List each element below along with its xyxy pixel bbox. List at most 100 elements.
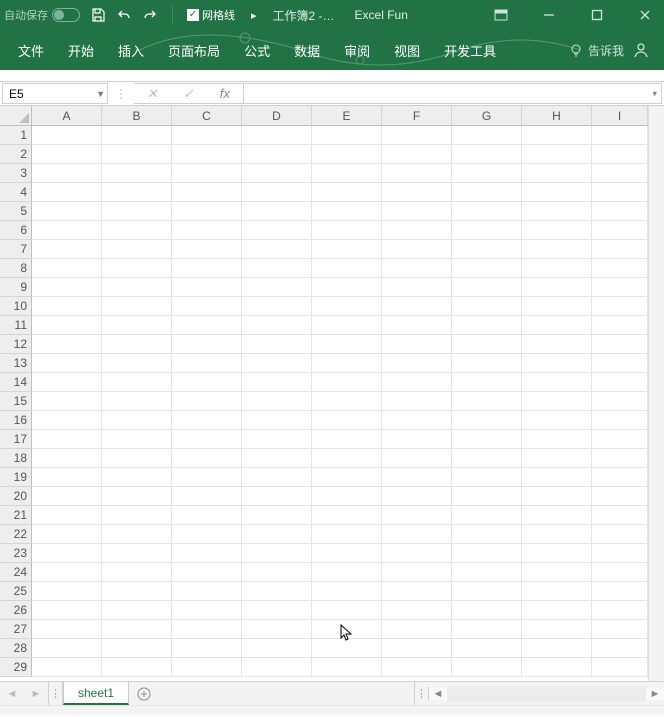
cell-I25[interactable]	[592, 582, 648, 600]
cell-G16[interactable]	[452, 411, 522, 429]
cell-A20[interactable]	[32, 487, 102, 505]
row-header-27[interactable]: 27	[0, 620, 32, 639]
cell-H20[interactable]	[522, 487, 592, 505]
cell-C20[interactable]	[172, 487, 242, 505]
cell-G4[interactable]	[452, 183, 522, 201]
sheet-nav-prev-icon[interactable]: ◄	[0, 688, 24, 700]
cell-A21[interactable]	[32, 506, 102, 524]
cell-H15[interactable]	[522, 392, 592, 410]
cell-C2[interactable]	[172, 145, 242, 163]
cell-H23[interactable]	[522, 544, 592, 562]
cell-I22[interactable]	[592, 525, 648, 543]
insert-function-button[interactable]: fx	[207, 86, 243, 101]
cell-B3[interactable]	[102, 164, 172, 182]
cell-B26[interactable]	[102, 601, 172, 619]
cell-B11[interactable]	[102, 316, 172, 334]
cell-I5[interactable]	[592, 202, 648, 220]
cell-B18[interactable]	[102, 449, 172, 467]
cell-A7[interactable]	[32, 240, 102, 258]
cell-E9[interactable]	[312, 278, 382, 296]
cell-B13[interactable]	[102, 354, 172, 372]
formula-bar-dots[interactable]: ⋮	[108, 82, 134, 105]
column-header-E[interactable]: E	[312, 106, 382, 126]
row-header-1[interactable]: 1	[0, 126, 32, 145]
cell-D29[interactable]	[242, 658, 312, 676]
cell-B16[interactable]	[102, 411, 172, 429]
cell-F24[interactable]	[382, 563, 452, 581]
cell-D3[interactable]	[242, 164, 312, 182]
cell-C17[interactable]	[172, 430, 242, 448]
cell-I23[interactable]	[592, 544, 648, 562]
cell-I16[interactable]	[592, 411, 648, 429]
hscroll-drag-handle[interactable]: ⋮	[415, 687, 429, 700]
cell-I17[interactable]	[592, 430, 648, 448]
row-header-12[interactable]: 12	[0, 335, 32, 354]
cell-F12[interactable]	[382, 335, 452, 353]
tab-formulas[interactable]: 公式	[232, 30, 282, 70]
cell-G7[interactable]	[452, 240, 522, 258]
cell-H18[interactable]	[522, 449, 592, 467]
cell-D1[interactable]	[242, 126, 312, 144]
close-icon[interactable]	[630, 0, 660, 30]
cell-C7[interactable]	[172, 240, 242, 258]
column-header-H[interactable]: H	[522, 106, 592, 126]
cell-G14[interactable]	[452, 373, 522, 391]
cancel-formula-icon[interactable]: ✕	[134, 86, 170, 102]
cell-D25[interactable]	[242, 582, 312, 600]
cell-I11[interactable]	[592, 316, 648, 334]
cell-C13[interactable]	[172, 354, 242, 372]
cell-E6[interactable]	[312, 221, 382, 239]
row-header-28[interactable]: 28	[0, 639, 32, 658]
cell-F27[interactable]	[382, 620, 452, 638]
cell-E3[interactable]	[312, 164, 382, 182]
cell-A17[interactable]	[32, 430, 102, 448]
cell-F19[interactable]	[382, 468, 452, 486]
cell-I20[interactable]	[592, 487, 648, 505]
row-header-6[interactable]: 6	[0, 221, 32, 240]
cell-I15[interactable]	[592, 392, 648, 410]
cell-H10[interactable]	[522, 297, 592, 315]
cell-G26[interactable]	[452, 601, 522, 619]
cell-H19[interactable]	[522, 468, 592, 486]
row-header-10[interactable]: 10	[0, 297, 32, 316]
cell-D20[interactable]	[242, 487, 312, 505]
cell-D17[interactable]	[242, 430, 312, 448]
cell-E19[interactable]	[312, 468, 382, 486]
cells-area[interactable]	[32, 126, 648, 681]
column-header-A[interactable]: A	[32, 106, 102, 126]
cell-F17[interactable]	[382, 430, 452, 448]
cell-H3[interactable]	[522, 164, 592, 182]
cell-B10[interactable]	[102, 297, 172, 315]
column-header-C[interactable]: C	[172, 106, 242, 126]
cell-I12[interactable]	[592, 335, 648, 353]
cell-A8[interactable]	[32, 259, 102, 277]
cell-H28[interactable]	[522, 639, 592, 657]
cell-B27[interactable]	[102, 620, 172, 638]
cell-A11[interactable]	[32, 316, 102, 334]
cell-G24[interactable]	[452, 563, 522, 581]
cell-F25[interactable]	[382, 582, 452, 600]
cell-B4[interactable]	[102, 183, 172, 201]
cell-H2[interactable]	[522, 145, 592, 163]
cell-B14[interactable]	[102, 373, 172, 391]
cell-G5[interactable]	[452, 202, 522, 220]
cell-F9[interactable]	[382, 278, 452, 296]
row-header-8[interactable]: 8	[0, 259, 32, 278]
cell-C14[interactable]	[172, 373, 242, 391]
cell-A4[interactable]	[32, 183, 102, 201]
cell-G15[interactable]	[452, 392, 522, 410]
cell-F26[interactable]	[382, 601, 452, 619]
undo-icon[interactable]	[116, 7, 132, 23]
cell-B5[interactable]	[102, 202, 172, 220]
cell-C4[interactable]	[172, 183, 242, 201]
cell-E10[interactable]	[312, 297, 382, 315]
cell-D21[interactable]	[242, 506, 312, 524]
cell-F6[interactable]	[382, 221, 452, 239]
row-header-9[interactable]: 9	[0, 278, 32, 297]
cell-I7[interactable]	[592, 240, 648, 258]
cell-A29[interactable]	[32, 658, 102, 676]
cell-G28[interactable]	[452, 639, 522, 657]
cell-E24[interactable]	[312, 563, 382, 581]
cell-H29[interactable]	[522, 658, 592, 676]
tab-page-layout[interactable]: 页面布局	[156, 30, 232, 70]
